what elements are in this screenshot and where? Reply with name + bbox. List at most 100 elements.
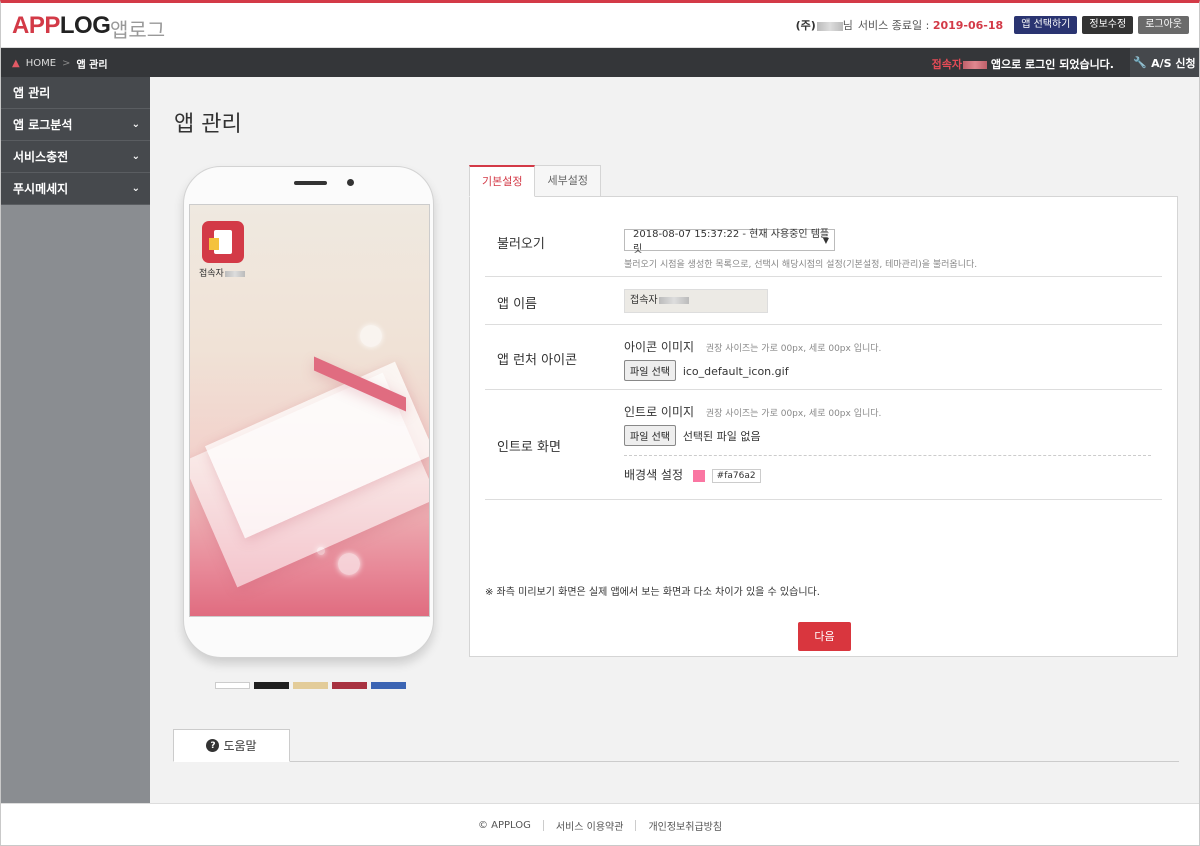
- service-end-date: 2019-06-18: [932, 19, 1004, 32]
- wrench-icon: 🔧: [1133, 56, 1148, 69]
- phone-speaker: [294, 181, 327, 185]
- footer-terms-link[interactable]: 서비스 이용약관: [556, 818, 624, 833]
- blurred-user: [962, 61, 987, 69]
- load-select-value: 2018-08-07 15:37:22 - 현재 사용중인 템플릿: [633, 229, 830, 255]
- chevron-down-icon: ⌄: [131, 151, 140, 162]
- as-request-button[interactable]: 🔧 A/S 신청: [1130, 48, 1199, 77]
- applog-logo[interactable]: APPLOG: [12, 12, 111, 40]
- login-user: 접속자: [931, 58, 962, 71]
- service-end-info: 서비스 종료일 : 2019-06-18: [858, 17, 1003, 33]
- load-hint: 불러오기 시점을 생성한 목록으로, 선택시 해당시점의 설정(기본설정, 테마…: [624, 260, 978, 270]
- intro-body: 인트로 이미지 권장 사이즈는 가로 00px, 세로 00px 입니다. 파일…: [624, 403, 1151, 483]
- breadcrumb-separator: >: [62, 58, 71, 69]
- home-icon: ▲: [12, 58, 20, 69]
- header-account-area: (주) 님 서비스 종료일 : 2019-06-18 앱 선택하기 정보수정 로그…: [796, 16, 1189, 34]
- intro-label: 인트로 화면: [497, 440, 561, 455]
- breadcrumb: ▲ HOME > 앱 관리: [12, 56, 108, 71]
- breadcrumb-home[interactable]: HOME: [26, 58, 56, 69]
- dashed-divider: [624, 455, 1151, 456]
- sidebar-item-label: 서비스충전: [13, 150, 69, 164]
- intro-file-select-button[interactable]: 파일 선택: [624, 425, 676, 446]
- app-name-label: 앱 이름: [497, 297, 538, 312]
- sidebar-item-service-charge[interactable]: 서비스충전 ⌄: [1, 141, 150, 173]
- logout-button[interactable]: 로그아웃: [1138, 16, 1189, 34]
- sidebar-item-label: 앱 관리: [13, 86, 51, 100]
- sidebar-item-label: 앱 로그분석: [13, 118, 73, 132]
- swatch-white[interactable]: [215, 682, 250, 689]
- app-name-row: 앱 이름 접속자: [485, 277, 1162, 325]
- service-end-label: 서비스 종료일 :: [857, 19, 930, 32]
- sidebar-item-log-analysis[interactable]: 앱 로그분석 ⌄: [1, 109, 150, 141]
- intro-row: 인트로 화면 인트로 이미지 권장 사이즈는 가로 00px, 세로 00px …: [485, 390, 1162, 500]
- select-app-button[interactable]: 앱 선택하기: [1014, 16, 1078, 34]
- load-body: 2018-08-07 15:37:22 - 현재 사용중인 템플릿 ▼ 불러오기…: [624, 226, 977, 270]
- dropdown-arrow-icon: ▼: [822, 235, 829, 245]
- as-request-label: A/S 신청: [1151, 56, 1196, 70]
- footer-privacy-link[interactable]: 개인정보취급방침: [648, 818, 722, 833]
- next-button[interactable]: 다음: [798, 622, 851, 651]
- footer-copyright: © APPLOG: [477, 819, 531, 831]
- sidebar: 앱 관리 앱 로그분석 ⌄ 서비스충전 ⌄ 푸시메세지 ⌄: [1, 77, 150, 803]
- launcher-icon-body: 아이콘 이미지 권장 사이즈는 가로 00px, 세로 00px 입니다. 파일…: [624, 338, 881, 381]
- logo-subtitle: 앱로그: [110, 18, 166, 42]
- help-tab-label: 도움말: [223, 739, 257, 753]
- company-name: (주) 님: [796, 17, 853, 33]
- load-template-select[interactable]: 2018-08-07 15:37:22 - 현재 사용중인 템플릿 ▼: [624, 229, 835, 255]
- icon-file-select-button[interactable]: 파일 선택: [624, 360, 676, 381]
- bg-color-chip[interactable]: [692, 469, 705, 482]
- tab-basic-settings[interactable]: 기본설정: [469, 165, 536, 197]
- page-title: 앱 관리: [174, 112, 242, 137]
- swatch-blue[interactable]: [371, 682, 406, 689]
- settings-tabs: 기본설정 세부설정: [469, 165, 601, 197]
- swatch-black[interactable]: [254, 682, 289, 689]
- bg-color-label: 배경색 설정: [624, 468, 684, 482]
- top-header: APPLOG 앱로그 (주) 님 서비스 종료일 : 2019-06-18 앱 선…: [1, 3, 1199, 48]
- phone-camera: [347, 179, 354, 186]
- launcher-icon-label: 앱 런처 아이콘: [497, 353, 578, 368]
- color-theme-swatches: [215, 682, 406, 689]
- app-icon-label: 접속자: [199, 266, 245, 279]
- icon-file-name: ico_default_icon.gif: [682, 365, 789, 378]
- icon-image-hint: 권장 사이즈는 가로 00px, 세로 00px 입니다.: [705, 344, 882, 354]
- edit-info-button[interactable]: 정보수정: [1082, 16, 1134, 34]
- footer-separator: [635, 819, 637, 831]
- icon-image-label: 아이콘 이미지: [624, 340, 695, 354]
- app-icon: [202, 221, 244, 263]
- corp-suffix: 님: [842, 19, 853, 32]
- intro-image-hint: 권장 사이즈는 가로 00px, 세로 00px 입니다.: [705, 409, 882, 419]
- swatch-red[interactable]: [332, 682, 367, 689]
- load-row: 불러오기 2018-08-07 15:37:22 - 현재 사용중인 템플릿 ▼…: [485, 207, 1162, 277]
- chevron-down-icon: ⌄: [131, 183, 140, 194]
- help-divider: [173, 761, 1179, 762]
- app-name-input[interactable]: 접속자: [624, 289, 768, 313]
- footer: © APPLOG 서비스 이용약관 개인정보취급방침: [1, 803, 1199, 845]
- breadcrumb-current: 앱 관리: [76, 60, 108, 71]
- intro-file-name: 선택된 파일 없음: [682, 430, 761, 443]
- decor-bubble: [360, 325, 382, 347]
- question-icon: ?: [206, 739, 220, 752]
- help-tab[interactable]: ? 도움말: [173, 729, 290, 762]
- decor-bubble: [338, 553, 360, 575]
- breadcrumb-bar: ▲ HOME > 앱 관리 접속자 앱으로 로그인 되었습니다. 🔧 A/S 신…: [1, 48, 1199, 77]
- corp-prefix: (주): [795, 19, 816, 32]
- chevron-down-icon: ⌄: [131, 119, 140, 130]
- footer-separator: [542, 819, 544, 831]
- main-content: 앱 관리 접속자 기본설정 세부설정 불러오기 2018-08-07 15:37…: [150, 77, 1199, 803]
- settings-panel: 불러오기 2018-08-07 15:37:22 - 현재 사용중인 템플릿 ▼…: [469, 196, 1178, 657]
- phone-screen: 접속자: [189, 204, 430, 617]
- intro-image-label: 인트로 이미지: [624, 405, 695, 419]
- sidebar-item-app-manage[interactable]: 앱 관리: [1, 77, 150, 109]
- swatch-beige[interactable]: [293, 682, 328, 689]
- blurred-name: [816, 21, 843, 31]
- sidebar-item-push-message[interactable]: 푸시메세지 ⌄: [1, 173, 150, 205]
- app-window: APPLOG 앱로그 (주) 님 서비스 종료일 : 2019-06-18 앱 선…: [0, 0, 1200, 846]
- app-name-body: 접속자: [624, 289, 768, 313]
- bg-color-input[interactable]: #fa76a2: [711, 468, 761, 483]
- logo-red-text: APP: [12, 12, 60, 39]
- phone-preview: 접속자: [183, 166, 434, 658]
- load-label: 불러오기: [497, 237, 545, 252]
- sidebar-item-label: 푸시메세지: [13, 182, 69, 196]
- launcher-icon-row: 앱 런처 아이콘 아이콘 이미지 권장 사이즈는 가로 00px, 세로 00p…: [485, 325, 1162, 390]
- login-message: 앱으로 로그인 되었습니다.: [990, 58, 1114, 71]
- tab-detail-settings[interactable]: 세부설정: [534, 165, 601, 197]
